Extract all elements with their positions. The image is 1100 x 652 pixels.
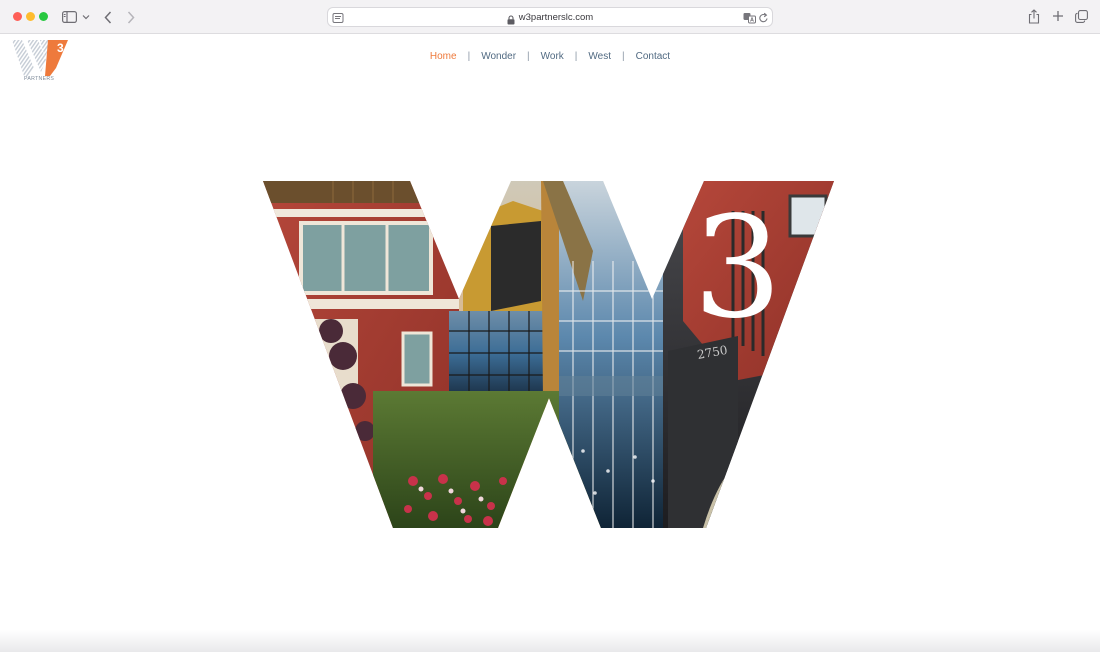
- address-bar[interactable]: w3partnerslc.com: [327, 7, 773, 27]
- forward-arrow-icon[interactable]: [123, 8, 139, 26]
- nav-separator: |: [622, 51, 625, 62]
- nav-wonder-link[interactable]: Wonder: [481, 51, 516, 62]
- url-text: w3partnerslc.com: [518, 11, 594, 23]
- translate-icon[interactable]: [743, 11, 756, 24]
- back-arrow-icon[interactable]: [100, 8, 116, 26]
- hero-superscript: 3: [693, 187, 782, 350]
- nav-separator: |: [574, 51, 578, 62]
- nav-west-link[interactable]: West: [588, 51, 611, 62]
- new-tab-plus-icon[interactable]: [1051, 8, 1065, 24]
- reload-icon[interactable]: [758, 11, 769, 23]
- hero-w3-image: 2750 3: [263, 181, 837, 528]
- nav-separator: |: [467, 51, 471, 62]
- nav-contact-link[interactable]: Contact: [636, 51, 670, 62]
- share-icon[interactable]: [1027, 7, 1041, 25]
- window-bottom-shadow: [0, 630, 1100, 652]
- sidebar-toggle-icon[interactable]: [60, 9, 78, 25]
- main-nav: Home | Wonder | Work | West | Contact: [0, 51, 1100, 62]
- tab-overview-icon[interactable]: [1074, 8, 1089, 24]
- browser-toolbar: w3partnerslc.com: [0, 0, 1100, 34]
- lock-icon: [507, 12, 515, 25]
- chevron-down-icon[interactable]: [81, 10, 91, 24]
- nav-home-link[interactable]: Home: [430, 51, 457, 62]
- close-window-button[interactable]: [13, 12, 22, 21]
- logo-wordmark: PARTNERS: [24, 76, 54, 82]
- nav-separator: |: [527, 51, 530, 62]
- maximize-window-button[interactable]: [39, 12, 48, 21]
- web-page: 3 PARTNERS Home | Wonder | Work | West |…: [0, 34, 1100, 652]
- minimize-window-button[interactable]: [26, 12, 35, 21]
- nav-work-link[interactable]: Work: [541, 51, 564, 62]
